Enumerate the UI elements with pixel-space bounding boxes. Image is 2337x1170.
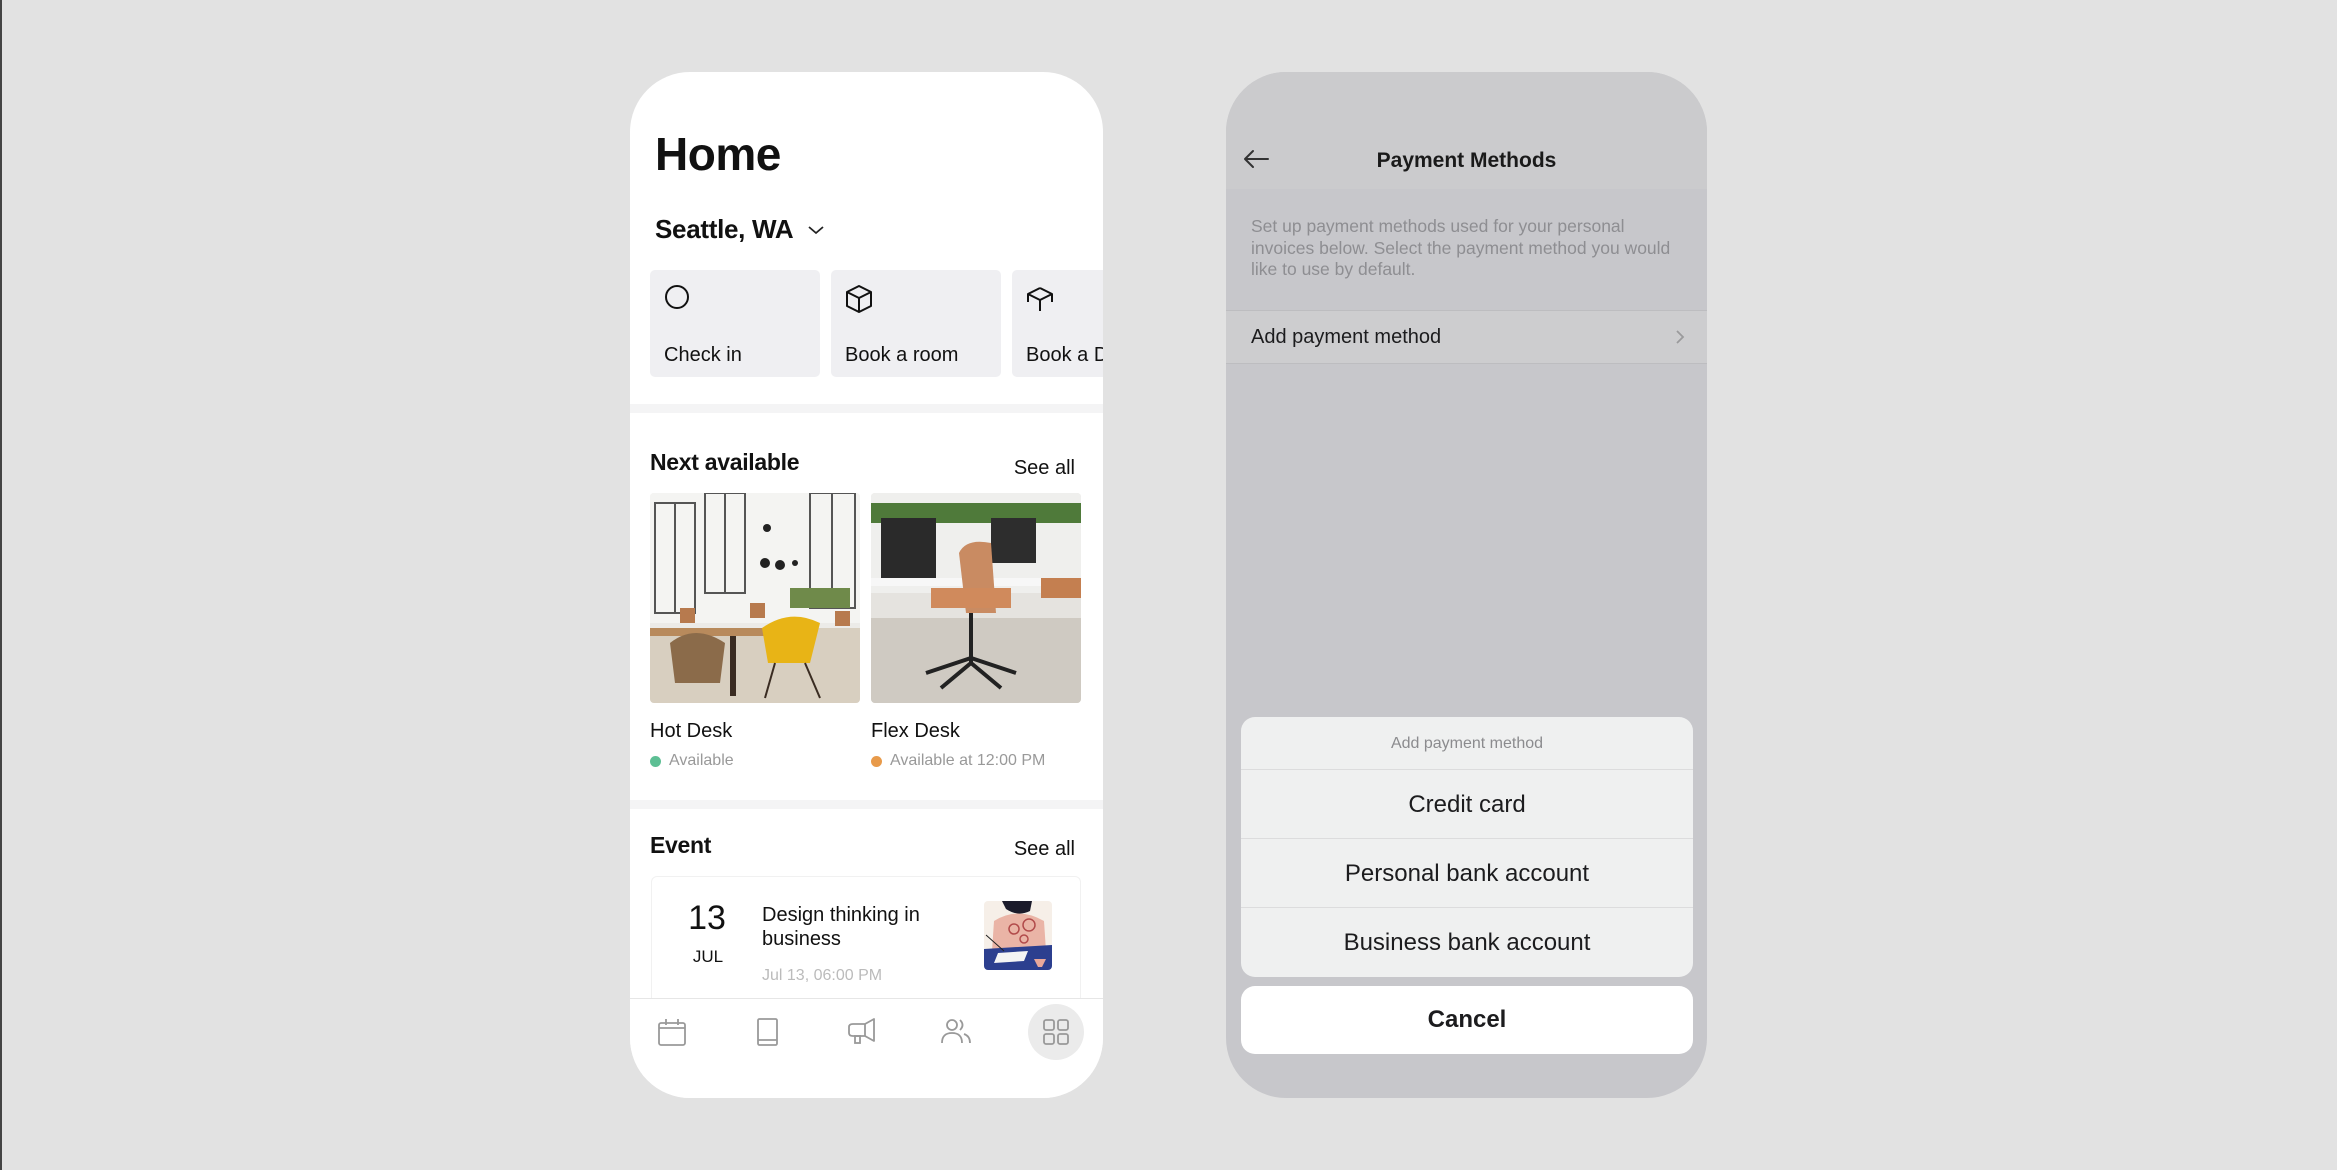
action-sheet-title: Add payment method <box>1241 717 1693 770</box>
status-dot-green <box>650 755 661 767</box>
location-label: Seattle, WA <box>655 214 794 244</box>
event-day: 13 <box>688 899 726 937</box>
page-title: Payment Methods <box>1376 149 1557 172</box>
page-title: Home <box>655 128 781 180</box>
calendar-icon <box>658 1019 686 1046</box>
megaphone-icon <box>848 1018 875 1044</box>
location-selector[interactable]: Seattle, WA <box>655 214 825 245</box>
chevron-down-icon <box>808 225 824 234</box>
book-icon <box>757 1018 778 1046</box>
space-status: Available <box>650 752 860 770</box>
add-payment-method-row[interactable]: Add payment method <box>1226 311 1707 364</box>
check-in-button[interactable]: Check in <box>650 270 820 377</box>
payment-methods-screen: Payment Methods Set up payment methods u… <box>1226 72 1707 1098</box>
next-available-list: Hot Desk Available Flex Desk Available a… <box>650 493 1081 770</box>
next-available-see-all-link[interactable]: See all <box>1014 457 1075 480</box>
tab-more[interactable] <box>1028 1004 1084 1060</box>
window-edge <box>0 0 2 1170</box>
event-see-all-link[interactable]: See all <box>1014 838 1075 861</box>
book-room-button[interactable]: Book a room <box>831 270 1001 377</box>
event-section-title: Event <box>650 832 712 858</box>
bottom-tab-bar <box>630 998 1103 1098</box>
cube-icon <box>846 285 872 313</box>
nav-header: Payment Methods <box>1226 72 1707 189</box>
space-card[interactable]: Hot Desk Available <box>650 493 860 770</box>
section-divider <box>630 404 1103 413</box>
status-text: Available at 12:00 PM <box>890 752 1046 769</box>
book-desk-button[interactable]: Book a D <box>1012 270 1103 377</box>
event-thumbnail <box>984 901 1052 970</box>
personal-bank-account-option[interactable]: Personal bank account <box>1241 839 1693 908</box>
action-sheet: Add payment method Credit card Personal … <box>1241 717 1693 977</box>
home-screen: Home Seattle, WA Check in Book a room Bo… <box>630 72 1103 1098</box>
chevron-right-icon <box>1676 330 1685 344</box>
next-available-title: Next available <box>650 449 800 475</box>
space-status: Available at 12:00 PM <box>871 752 1081 770</box>
event-time: Jul 13, 06:00 PM <box>762 967 883 984</box>
tab-announcements[interactable] <box>836 1007 886 1057</box>
event-title: Design thinking in business <box>762 904 920 950</box>
desk-icon <box>1027 287 1053 311</box>
add-payment-method-label: Add payment method <box>1251 326 1442 348</box>
tile-label: Book a room <box>845 344 959 366</box>
tile-label: Check in <box>664 344 742 366</box>
event-month: JUL <box>692 947 724 966</box>
hot-desk-photo <box>650 493 860 703</box>
grid-icon <box>1043 1019 1069 1045</box>
cancel-button[interactable]: Cancel <box>1241 986 1693 1054</box>
people-icon <box>941 1019 971 1044</box>
tab-people[interactable] <box>931 1007 981 1057</box>
tile-label: Book a D <box>1026 344 1103 366</box>
quick-actions: Check in Book a room Book a D <box>650 270 1103 377</box>
space-name: Flex Desk <box>871 720 960 742</box>
tab-directory[interactable] <box>742 1007 792 1057</box>
section-divider <box>630 800 1103 809</box>
credit-card-option[interactable]: Credit card <box>1241 770 1693 839</box>
space-card[interactable]: Flex Desk Available at 12:00 PM <box>871 493 1081 770</box>
description-text: Set up payment methods used for your per… <box>1251 216 1671 279</box>
space-name: Hot Desk <box>650 720 733 742</box>
status-dot-orange <box>871 755 882 767</box>
event-card[interactable]: 13 JUL Design thinking in business Jul 1… <box>651 876 1081 1016</box>
circle-icon <box>665 285 689 309</box>
description-section: Set up payment methods used for your per… <box>1226 189 1707 311</box>
business-bank-account-option[interactable]: Business bank account <box>1241 908 1693 977</box>
flex-desk-photo <box>871 493 1081 703</box>
status-text: Available <box>669 752 734 769</box>
tab-calendar[interactable] <box>647 1007 697 1057</box>
